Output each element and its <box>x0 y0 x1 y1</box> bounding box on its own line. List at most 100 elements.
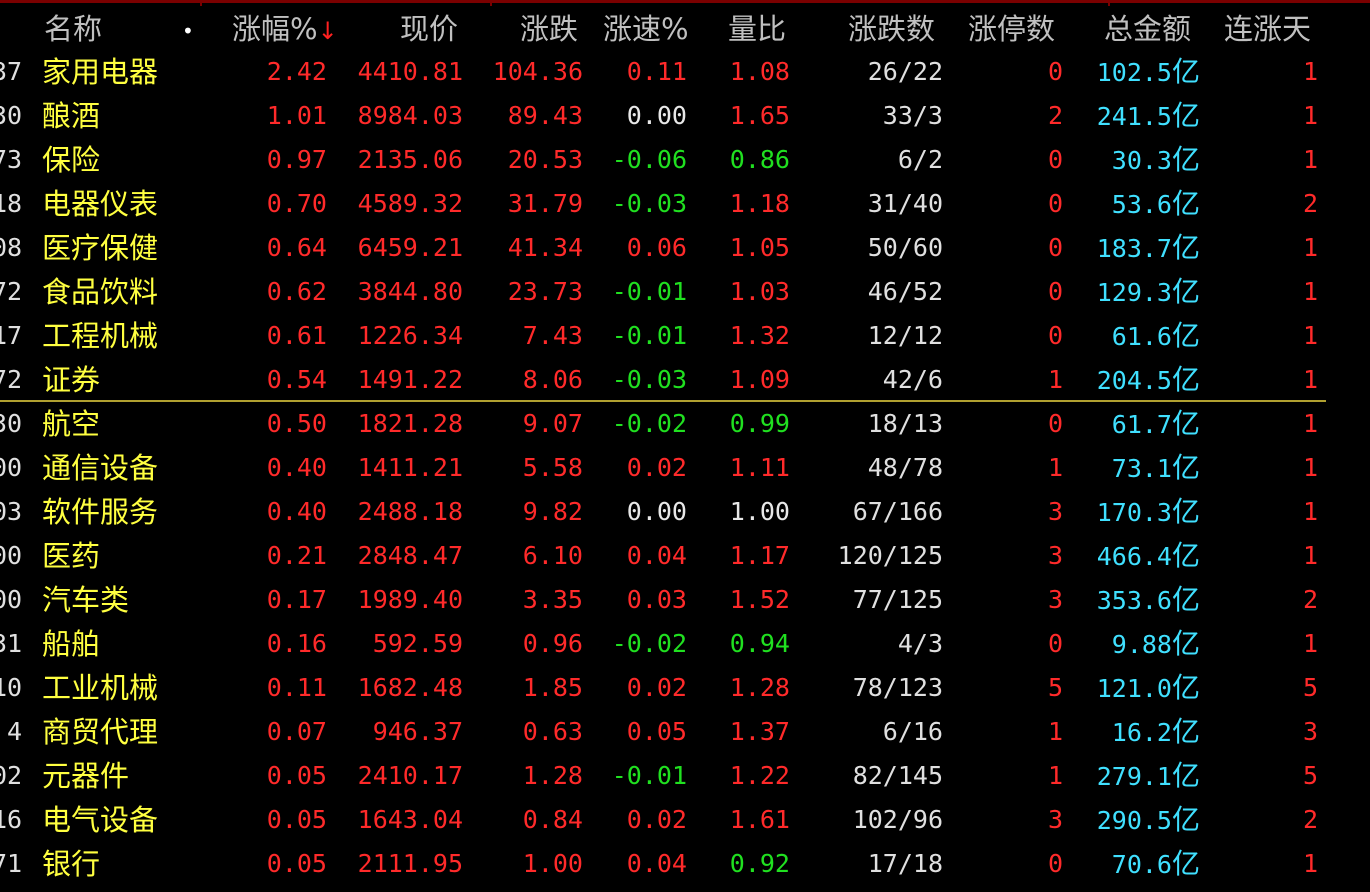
total-amount-value: 353.6 <box>1096 586 1172 615</box>
table-row[interactable]: 73 保险 0.97 2135.06 20.53 -0.06 0.86 6/2 0 1 30.3亿 <box>0 138 1370 182</box>
table-row[interactable]: 10 工业机械 0.11 1682.48 1.85 0.02 1.28 78/123 5 5 121… <box>0 666 1370 710</box>
top-border <box>0 0 1370 6</box>
total-amount-unit: 亿 <box>1171 407 1200 440</box>
speed-cell: 0.06 <box>626 233 687 262</box>
header-change-pct-label: 涨幅% <box>232 12 318 46</box>
table-row[interactable]: 4 商贸代理 0.07 946.37 0.63 0.05 1.37 6/16 1 3 16.2亿 <box>0 710 1370 754</box>
total-amount-unit: 亿 <box>1171 187 1200 220</box>
change-pct-cell: 0.70 <box>266 189 327 218</box>
table-row[interactable]: 00 医药 0.21 2848.47 6.10 0.04 1.17 120/125 3 1 466.… <box>0 534 1370 578</box>
up-down-count-cell: 26/22 <box>867 57 943 86</box>
header-price[interactable]: 现价 <box>400 12 458 46</box>
change-pct-cell: 0.54 <box>266 365 327 394</box>
total-amount-value: 129.3 <box>1096 278 1172 307</box>
price-cell: 4410.81 <box>357 57 463 86</box>
change-cell: 6.10 <box>522 541 583 570</box>
table-row[interactable]: 37 家用电器 2.42 4410.81 104.36 0.11 1.08 26/22 0 1 10… <box>0 50 1370 94</box>
table-row[interactable]: 03 软件服务 0.40 2488.18 9.82 0.00 1.00 67/166 3 1 170… <box>0 490 1370 534</box>
change-pct-cell: 0.11 <box>266 673 327 702</box>
total-amount-cell: 279.1亿 <box>1097 754 1200 799</box>
total-amount-unit: 亿 <box>1171 539 1200 572</box>
sector-code: 71 <box>0 849 23 878</box>
volume-ratio-cell: 1.61 <box>729 805 790 834</box>
price-cell: 2410.17 <box>357 761 463 790</box>
speed-cell: 0.00 <box>626 497 687 526</box>
table-row[interactable]: 30 酿酒 1.01 8984.03 89.43 0.00 1.65 33/3 2 1 241.5亿 <box>0 94 1370 138</box>
change-pct-cell: 0.62 <box>266 277 327 306</box>
limit-up-count-cell: 3 <box>1047 497 1063 526</box>
header-volume-ratio[interactable]: 量比 <box>728 12 786 46</box>
speed-cell: 0.02 <box>626 453 687 482</box>
change-cell: 5.58 <box>522 453 583 482</box>
consecutive-days-cell: 1 <box>1302 409 1318 438</box>
header-limit-up-count[interactable]: 涨停数 <box>968 12 1055 46</box>
total-amount-cell: 121.0亿 <box>1097 666 1200 711</box>
table-row[interactable]: 18 电器仪表 0.70 4589.32 31.79 -0.03 1.18 31/40 0 2 53… <box>0 182 1370 226</box>
sector-name: 食品饮料 <box>42 275 159 309</box>
total-amount-value: 170.3 <box>1096 498 1172 527</box>
header-consecutive-days[interactable]: 连涨天 <box>1224 12 1311 46</box>
limit-up-count-cell: 1 <box>1047 453 1063 482</box>
sector-name: 工业机械 <box>42 671 159 705</box>
total-amount-unit: 亿 <box>1171 803 1200 836</box>
total-amount-value: 61.7 <box>1111 410 1172 439</box>
table-row[interactable]: 16 电气设备 0.05 1643.04 0.84 0.02 1.61 102/96 3 2 290… <box>0 798 1370 842</box>
price-cell: 946.37 <box>372 717 463 746</box>
limit-up-count-cell: 0 <box>1047 189 1063 218</box>
sector-name: 电器仪表 <box>42 187 159 221</box>
volume-ratio-cell: 0.94 <box>729 629 790 658</box>
change-pct-cell: 0.05 <box>266 805 327 834</box>
table-row[interactable]: 02 元器件 0.05 2410.17 1.28 -0.01 1.22 82/145 1 5 279… <box>0 754 1370 798</box>
change-pct-cell: 0.17 <box>266 585 327 614</box>
change-pct-cell: 0.61 <box>266 321 327 350</box>
sector-name: 电气设备 <box>42 803 159 837</box>
speed-cell: -0.01 <box>611 277 687 306</box>
consecutive-days-cell: 5 <box>1302 673 1318 702</box>
total-amount-unit: 亿 <box>1171 143 1200 176</box>
table-row[interactable]: 00 汽车类 0.17 1989.40 3.35 0.03 1.52 77/125 3 2 353.… <box>0 578 1370 622</box>
change-cell: 0.63 <box>522 717 583 746</box>
total-amount-value: 102.5 <box>1096 58 1172 87</box>
header-up-down-count[interactable]: 涨跌数 <box>848 12 935 46</box>
table-row[interactable]: 17 工程机械 0.61 1226.34 7.43 -0.01 1.32 12/12 0 1 61.… <box>0 314 1370 358</box>
header-name[interactable]: 名称 <box>44 12 102 46</box>
header-change[interactable]: 涨跌 <box>520 12 578 46</box>
table-row[interactable]: 71 银行 0.05 2111.95 1.00 0.04 0.92 17/18 0 1 70.6亿 <box>0 842 1370 886</box>
change-cell: 7.43 <box>522 321 583 350</box>
volume-ratio-cell: 1.32 <box>729 321 790 350</box>
sector-code: 18 <box>0 189 23 218</box>
sector-code: 31 <box>0 629 23 658</box>
sector-code: 73 <box>0 145 23 174</box>
sort-desc-icon: ↓ <box>317 17 338 45</box>
change-pct-cell: 0.16 <box>266 629 327 658</box>
price-cell: 1643.04 <box>357 805 463 834</box>
total-amount-value: 183.7 <box>1096 234 1172 263</box>
sector-code: 16 <box>0 805 23 834</box>
consecutive-days-cell: 3 <box>1302 717 1318 746</box>
total-amount-unit: 亿 <box>1171 627 1200 660</box>
change-pct-cell: 0.05 <box>266 849 327 878</box>
table-row[interactable]: 08 医疗保健 0.64 6459.21 41.34 0.06 1.05 50/60 0 1 183… <box>0 226 1370 270</box>
change-cell: 1.00 <box>522 849 583 878</box>
change-pct-cell: 0.50 <box>266 409 327 438</box>
price-cell: 2135.06 <box>357 145 463 174</box>
sector-code: 72 <box>0 365 23 394</box>
limit-up-count-cell: 0 <box>1047 321 1063 350</box>
table-row[interactable]: 00 通信设备 0.40 1411.21 5.58 0.02 1.11 48/78 1 1 73.1… <box>0 446 1370 490</box>
change-cell: 89.43 <box>507 101 583 130</box>
header-total-amount[interactable]: 总金额 <box>1104 12 1191 46</box>
table-row[interactable]: 72 证券 0.54 1491.22 8.06 -0.03 1.09 42/6 1 1 204.5亿 <box>0 358 1370 402</box>
header-speed[interactable]: 涨速% <box>603 12 689 46</box>
total-amount-value: 279.1 <box>1096 762 1172 791</box>
total-amount-unit: 亿 <box>1171 583 1200 616</box>
table-row[interactable]: 72 食品饮料 0.62 3844.80 23.73 -0.01 1.03 46/52 0 1 12… <box>0 270 1370 314</box>
up-down-count-cell: 120/125 <box>837 541 943 570</box>
sector-name: 船舶 <box>42 627 101 661</box>
volume-ratio-cell: 1.52 <box>729 585 790 614</box>
header-change-pct[interactable]: 涨幅%↓ <box>232 12 338 48</box>
sector-name: 家用电器 <box>42 55 159 89</box>
table-row[interactable]: 31 船舶 0.16 592.59 0.96 -0.02 0.94 4/3 0 1 9.88亿 <box>0 622 1370 666</box>
consecutive-days-cell: 1 <box>1302 57 1318 86</box>
table-row[interactable]: 30 航空 0.50 1821.28 9.07 -0.02 0.99 18/13 0 1 61.7亿 <box>0 402 1370 446</box>
speed-cell: 0.11 <box>626 57 687 86</box>
